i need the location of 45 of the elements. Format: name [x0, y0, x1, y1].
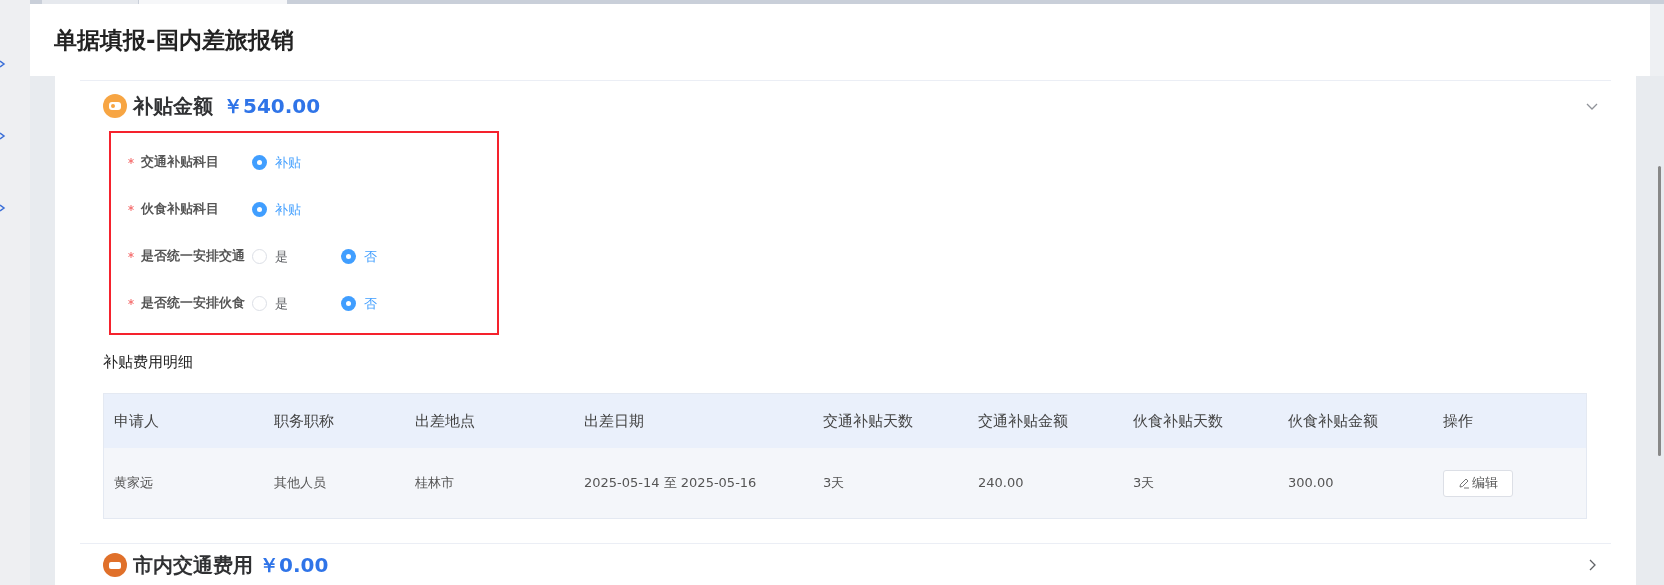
column-header: 职务职称: [273, 410, 335, 432]
edit-button[interactable]: 编辑: [1443, 469, 1513, 497]
column-header: 出差日期: [583, 410, 645, 432]
field-label: 伙食补贴科目: [141, 200, 219, 219]
table-cell-text: 其他人员: [273, 474, 327, 493]
radio-checked-icon: [341, 249, 356, 264]
pencil-icon: [1458, 477, 1470, 489]
column-header: 交通补贴天数: [822, 410, 914, 432]
section-amount: ￥540.00: [223, 93, 321, 120]
radio-option[interactable]: 是: [252, 293, 301, 314]
section-title: 补贴金额: [133, 93, 213, 120]
table-cell-text: 240.00: [977, 474, 1025, 493]
field-label: 是否统一安排伙食: [141, 294, 245, 313]
table-cell-text: 桂林市: [414, 474, 455, 493]
radio-option[interactable]: 否: [341, 246, 390, 267]
detail-title: 补贴费用明细: [102, 351, 194, 373]
page-title: 单据填报-国内差旅报销: [54, 25, 294, 55]
radio-option[interactable]: 否: [341, 293, 390, 314]
chevron-icon[interactable]: [0, 60, 6, 68]
column-header: 交通补贴金额: [977, 410, 1069, 432]
table-cell-text: 2025-05-14 至 2025-05-16: [583, 474, 758, 493]
chevron-icon[interactable]: [0, 132, 6, 140]
scrollbar-thumb[interactable]: [1658, 166, 1661, 456]
table-cell-text: 3天: [822, 474, 846, 493]
table-cell-text: 黄家远: [113, 474, 154, 493]
column-header: 操作: [1442, 410, 1474, 432]
radio-checked-icon: [252, 155, 267, 170]
radio-icon: [252, 296, 267, 311]
radio-checked-icon: [252, 202, 267, 217]
radio-option[interactable]: 是: [252, 246, 301, 267]
radio-option[interactable]: 补贴: [252, 199, 301, 220]
column-header: 伙食补贴金额: [1287, 410, 1379, 432]
table-cell-text: 300.00: [1287, 474, 1335, 493]
section-title: 市内交通费用: [133, 551, 253, 579]
section-amount: ￥0.00: [259, 551, 329, 579]
radio-option[interactable]: 补贴: [252, 152, 301, 173]
radio-checked-icon: [341, 296, 356, 311]
chevron-icon[interactable]: [0, 204, 6, 212]
column-header: 出差地点: [414, 410, 476, 432]
table-cell-text: 3天: [1132, 474, 1156, 493]
column-header: 伙食补贴天数: [1132, 410, 1224, 432]
column-header: 申请人: [113, 410, 160, 432]
radio-icon: [252, 249, 267, 264]
field-label: 交通补贴科目: [141, 153, 219, 172]
field-label: 是否统一安排交通: [141, 247, 245, 266]
